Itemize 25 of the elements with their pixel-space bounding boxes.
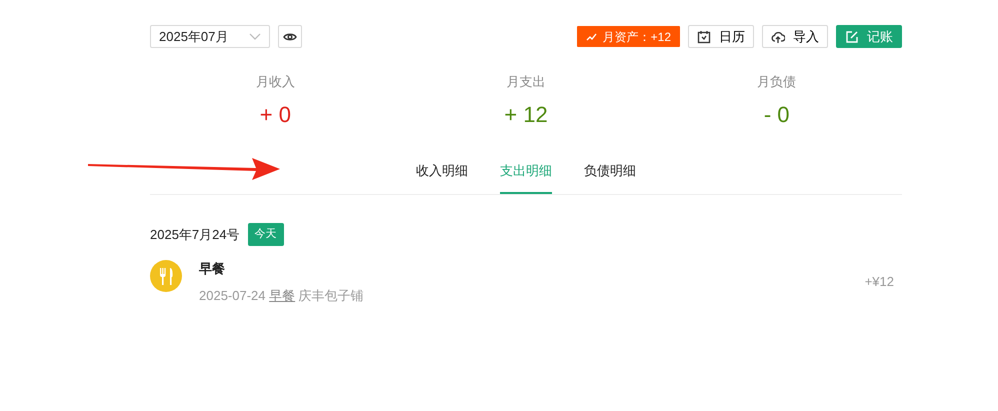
stat-label: 月支出 [506, 73, 546, 91]
today-tag: 今天 [248, 223, 284, 246]
asset-badge: 月资产：+12 [576, 26, 680, 47]
detail-tab[interactable]: 负债明细 [584, 152, 636, 194]
utensils-icon [150, 260, 182, 292]
edit-icon [845, 30, 859, 44]
month-select[interactable]: 2025年07月 [150, 25, 270, 48]
trend-icon [586, 32, 597, 40]
stat-value: - 0 [762, 100, 791, 128]
stat-label: 月收入 [254, 73, 296, 91]
entry-title: 早餐 [199, 260, 226, 278]
eye-icon [283, 32, 297, 42]
calendar-icon [697, 30, 711, 44]
stat-value: + 0 [258, 100, 292, 128]
entry-amount: +¥12 [864, 272, 894, 290]
cloud-upload-icon [771, 30, 785, 44]
entry-details: 2025-07-24 早餐 庆丰包子铺 [199, 287, 365, 305]
stat-value: + 12 [503, 100, 549, 128]
import-button[interactable]: 导入 [762, 25, 828, 48]
stat-label: 月负债 [756, 73, 798, 91]
visibility-button[interactable] [278, 25, 302, 48]
day-date: 2025年7月24号 [150, 226, 240, 244]
calendar-button[interactable]: 日历 [688, 25, 754, 48]
chevron-icon [249, 32, 261, 40]
detail-tab[interactable]: 收入明细 [416, 152, 468, 194]
